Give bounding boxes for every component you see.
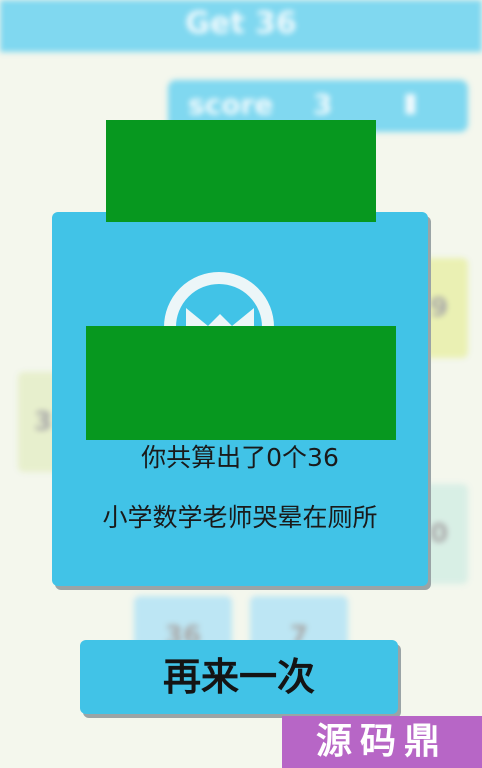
redaction-block xyxy=(86,326,396,440)
watermark-logo: 源码鼎 xyxy=(282,716,482,768)
result-count-text: 你共算出了0个36 xyxy=(141,443,339,472)
redaction-block xyxy=(106,120,376,222)
result-comment-text: 小学数学老师哭晕在厕所 xyxy=(102,503,378,532)
retry-button[interactable]: 再来一次 xyxy=(80,640,398,714)
